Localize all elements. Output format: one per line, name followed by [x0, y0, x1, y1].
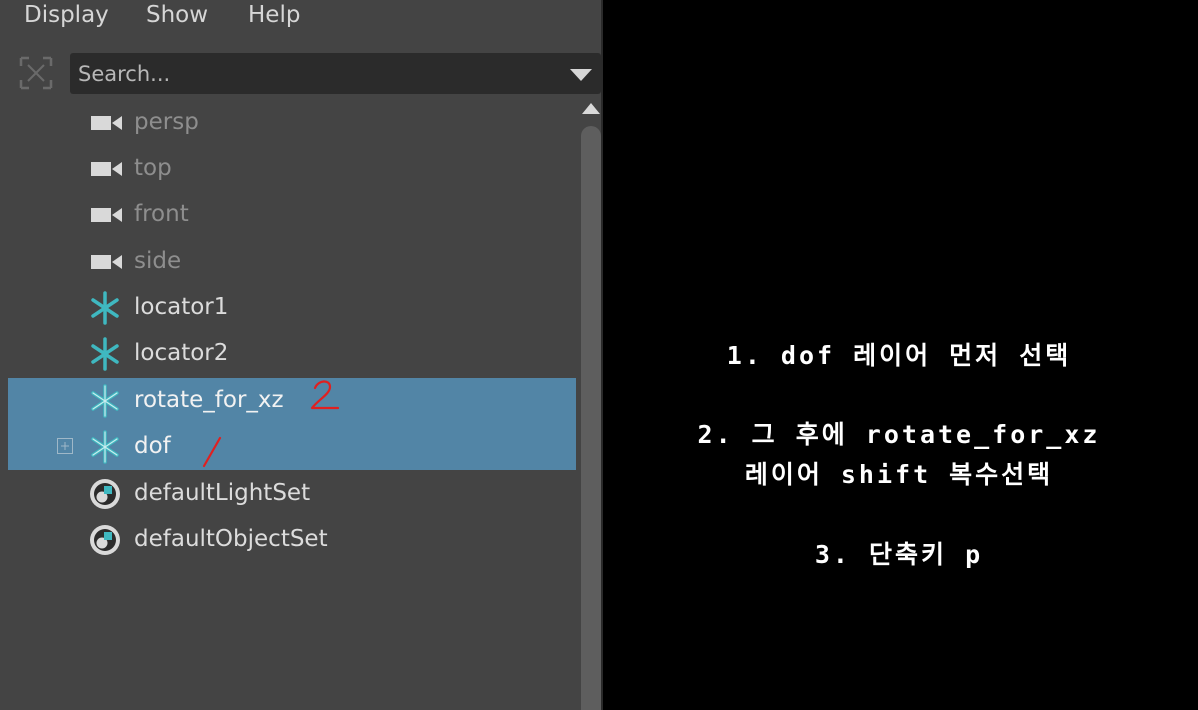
app-window: Display Show Help Search... persp top fr…: [0, 0, 1198, 710]
menu-help[interactable]: Help: [248, 0, 300, 34]
outliner-item-locator1[interactable]: locator1: [8, 285, 576, 331]
outliner-list: persp top front side locator1 locator2 r…: [8, 100, 576, 710]
outliner-item-label: dof: [134, 433, 171, 459]
outliner-item-defaultobjectset[interactable]: defaultObjectSet: [8, 517, 576, 563]
outliner-item-label: rotate_for_xz: [134, 387, 284, 413]
camera-icon: [90, 109, 130, 137]
instruction-step-2-line-2: 레이어 shift 복수선택: [744, 460, 1054, 489]
instruction-step-1: 1. dof 레이어 먼저 선택: [726, 341, 1072, 370]
scroll-up-arrow[interactable]: [580, 100, 602, 118]
locator-icon: [90, 430, 130, 464]
instruction-step-2-line-1: 2. 그 후에 rotate_for_xz: [697, 420, 1101, 449]
search-field: [70, 53, 601, 94]
search-input[interactable]: [78, 53, 548, 94]
outliner-item-persp[interactable]: persp: [8, 100, 576, 146]
menu-display[interactable]: Display: [24, 0, 109, 34]
outliner-item-rotate-for-xz[interactable]: rotate_for_xz: [8, 378, 576, 424]
outliner-options-icon[interactable]: [18, 55, 54, 91]
locator-icon: [90, 291, 130, 325]
outliner-item-defaultlightset[interactable]: defaultLightSet: [8, 471, 576, 517]
locator-icon: [90, 384, 130, 418]
outliner-item-label: locator2: [134, 340, 229, 366]
camera-icon: [90, 155, 130, 183]
outliner-item-label: defaultLightSet: [134, 480, 311, 506]
outliner-item-dof[interactable]: dof: [8, 424, 576, 470]
outliner-item-label: top: [134, 155, 172, 181]
menu-show[interactable]: Show: [146, 0, 208, 34]
outliner-item-front[interactable]: front: [8, 192, 576, 238]
set-icon: [90, 479, 130, 509]
instruction-step-3: 3. 단축키 p: [814, 540, 984, 569]
outliner-item-label: front: [134, 201, 189, 227]
outliner-item-top[interactable]: top: [8, 146, 576, 192]
menu-bar: Display Show Help: [0, 0, 601, 34]
outliner-item-label: side: [134, 248, 182, 274]
camera-icon: [90, 248, 130, 276]
camera-icon: [90, 201, 130, 229]
outliner-panel: Display Show Help Search... persp top fr…: [0, 0, 601, 710]
outliner-item-label: defaultObjectSet: [134, 526, 328, 552]
locator-icon: [90, 337, 130, 371]
outliner-item-side[interactable]: side: [8, 239, 576, 285]
outliner-item-label: persp: [134, 109, 199, 135]
expand-plus-icon[interactable]: [57, 438, 73, 454]
outliner-item-locator2[interactable]: locator2: [8, 331, 576, 377]
chevron-down-icon[interactable]: [569, 67, 593, 81]
scrollbar-thumb[interactable]: [581, 126, 601, 710]
set-icon: [90, 525, 130, 555]
outliner-item-label: locator1: [134, 294, 229, 320]
